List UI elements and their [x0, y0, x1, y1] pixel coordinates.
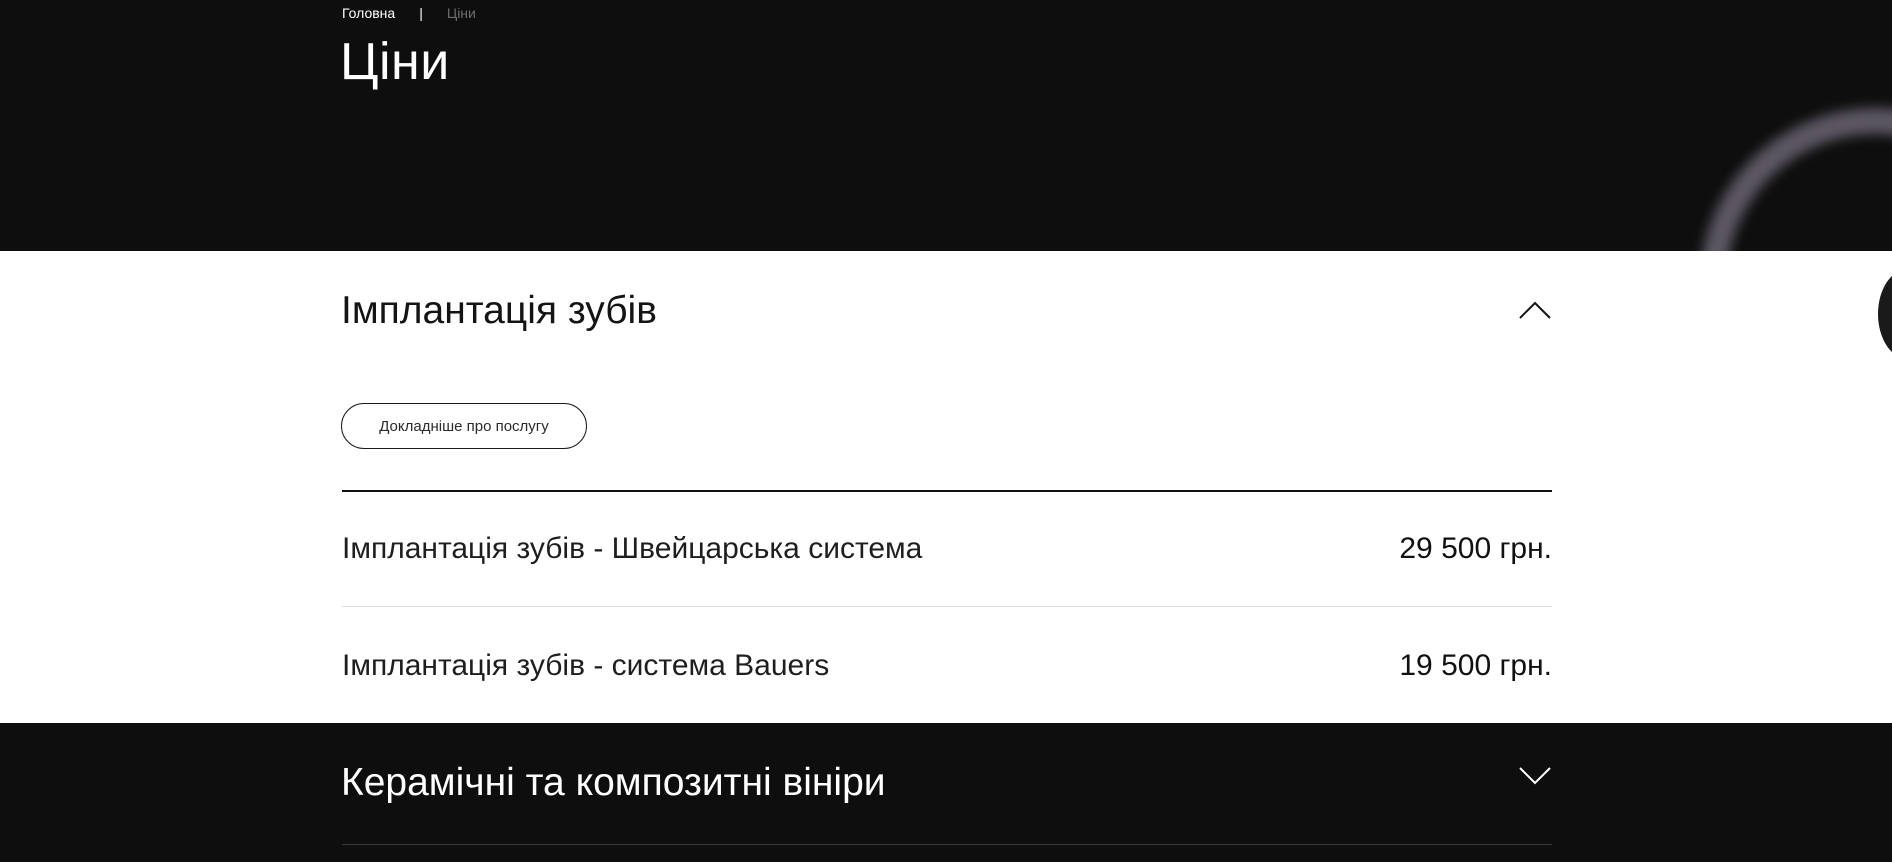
price-row: Імплантація зубів - Швейцарська система …: [342, 492, 1552, 607]
breadcrumb: Головна | Ціни: [342, 4, 476, 22]
divider: [342, 844, 1552, 845]
breadcrumb-home-link[interactable]: Головна: [342, 4, 395, 22]
service-price: 19 500 грн.: [1399, 648, 1552, 682]
decorative-shape: [1878, 269, 1892, 359]
price-row: Імплантація зубів - система Bauers 19 50…: [342, 608, 1552, 723]
accordion-section-veneers: Керамічні та композитні вініри: [0, 723, 1892, 862]
service-name: Імплантація зубів - Швейцарська система: [342, 532, 923, 565]
decorative-ring: [1635, 43, 1892, 251]
accordion-title[interactable]: Імплантація зубів: [341, 287, 657, 335]
chevron-down-icon[interactable]: [1518, 765, 1552, 787]
accordion-title[interactable]: Керамічні та композитні вініри: [341, 759, 886, 807]
service-price: 29 500 грн.: [1399, 532, 1552, 565]
service-details-button[interactable]: Докладніше про послугу: [341, 403, 587, 449]
page-title: Ціни: [340, 33, 450, 91]
page-header: Головна | Ціни Ціни: [0, 0, 1892, 251]
breadcrumb-current: Ціни: [446, 5, 476, 21]
service-name: Імплантація зубів - система Bauers: [342, 648, 830, 682]
breadcrumb-separator: |: [419, 5, 423, 21]
chevron-up-icon[interactable]: [1518, 299, 1552, 321]
accordion-section-implantation: Імплантація зубів Докладніше про послугу…: [0, 251, 1892, 723]
